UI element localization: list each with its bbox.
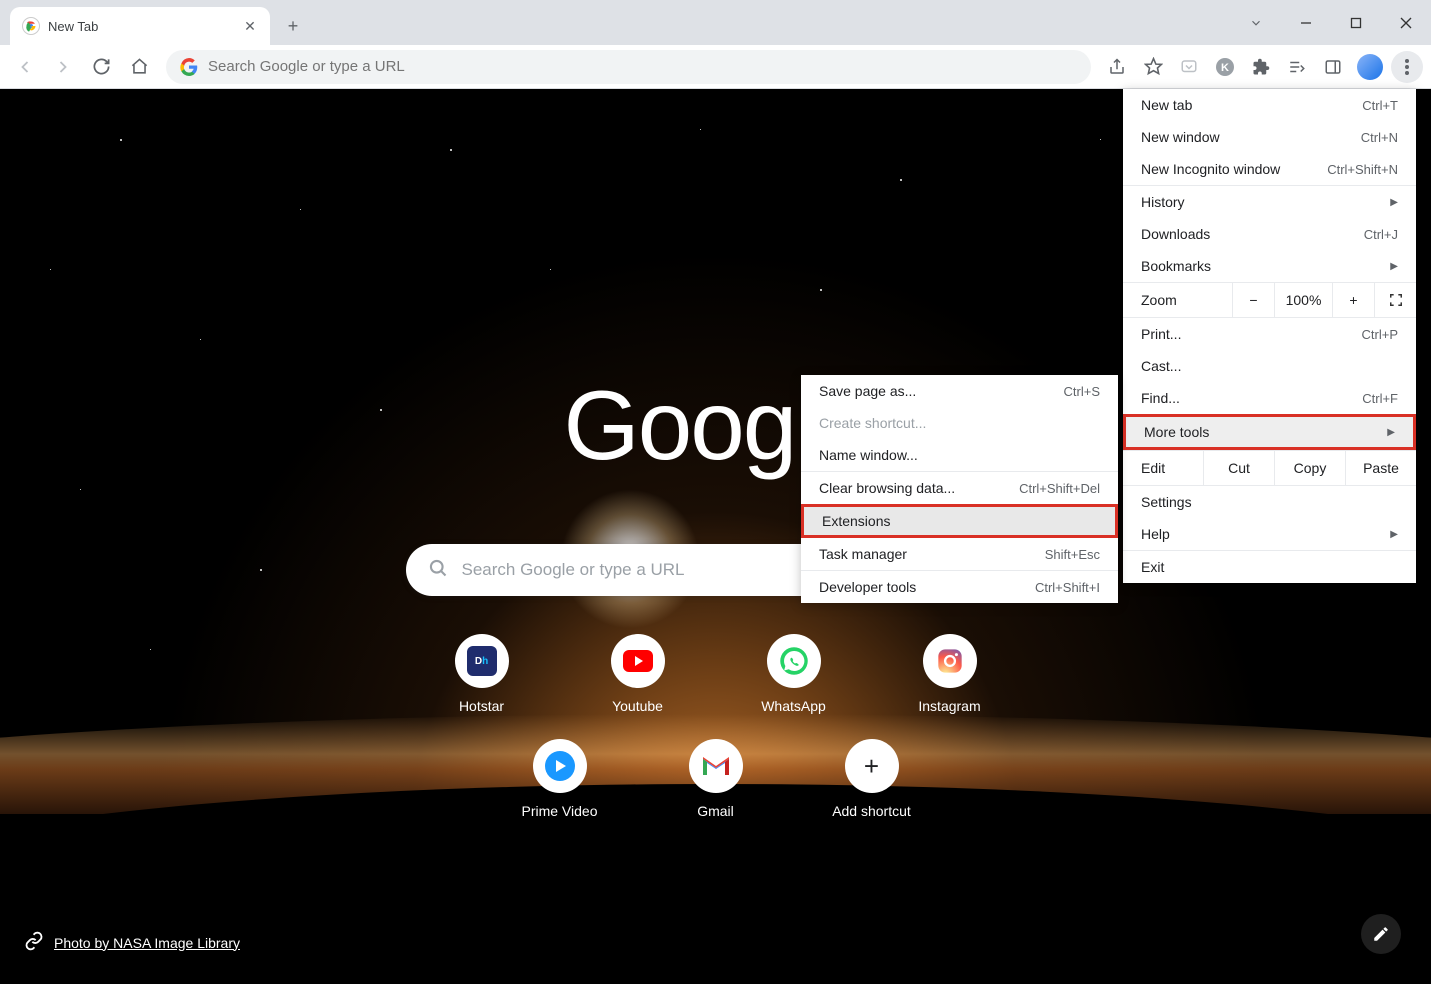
- window-close-icon[interactable]: [1381, 5, 1431, 40]
- chevron-right-icon: ▶: [1390, 197, 1398, 208]
- submenu-dev-tools[interactable]: Developer toolsCtrl+Shift+I: [801, 571, 1118, 603]
- menu-cut[interactable]: Cut: [1203, 450, 1274, 486]
- menu-incognito[interactable]: New Incognito windowCtrl+Shift+N: [1123, 153, 1416, 185]
- menu-bookmarks[interactable]: Bookmarks▶: [1123, 250, 1416, 282]
- search-icon: [428, 558, 448, 583]
- google-g-icon: [180, 58, 198, 76]
- menu-paste[interactable]: Paste: [1345, 450, 1416, 486]
- shortcut-instagram[interactable]: Instagram: [907, 634, 993, 714]
- menu-zoom-row: Zoom − 100% +: [1123, 282, 1416, 318]
- menu-copy[interactable]: Copy: [1274, 450, 1345, 486]
- menu-edit-row: Edit Cut Copy Paste: [1123, 450, 1416, 486]
- chrome-main-menu: New tabCtrl+T New windowCtrl+N New Incog…: [1123, 89, 1416, 583]
- tab-search-icon[interactable]: [1231, 5, 1281, 40]
- menu-find[interactable]: Find...Ctrl+F: [1123, 382, 1416, 414]
- menu-new-tab[interactable]: New tabCtrl+T: [1123, 89, 1416, 121]
- menu-more-tools[interactable]: More tools▶: [1123, 414, 1416, 450]
- window-controls: [1231, 0, 1431, 45]
- more-tools-submenu: Save page as...Ctrl+S Create shortcut...…: [801, 375, 1118, 603]
- titlebar: New Tab ✕ +: [0, 0, 1431, 45]
- svg-text:K: K: [1221, 62, 1229, 74]
- submenu-create-shortcut: Create shortcut...: [801, 407, 1118, 439]
- profile-avatar[interactable]: [1357, 54, 1383, 80]
- omnibox-input[interactable]: [208, 58, 1077, 75]
- extensions-puzzle-icon[interactable]: [1245, 51, 1277, 83]
- chevron-right-icon: ▶: [1390, 529, 1398, 540]
- window-minimize-icon[interactable]: [1281, 5, 1331, 40]
- submenu-save-page[interactable]: Save page as...Ctrl+S: [801, 375, 1118, 407]
- menu-cast[interactable]: Cast...: [1123, 350, 1416, 382]
- attribution-text: Photo by NASA Image Library: [54, 935, 240, 951]
- background-attribution[interactable]: Photo by NASA Image Library: [24, 931, 240, 954]
- submenu-name-window[interactable]: Name window...: [801, 439, 1118, 471]
- browser-tab[interactable]: New Tab ✕: [10, 7, 270, 45]
- reading-list-icon[interactable]: [1281, 51, 1313, 83]
- submenu-task-manager[interactable]: Task managerShift+Esc: [801, 538, 1118, 570]
- submenu-clear-data[interactable]: Clear browsing data...Ctrl+Shift+Del: [801, 472, 1118, 504]
- toolbar: K: [0, 45, 1431, 89]
- new-tab-button[interactable]: +: [278, 11, 308, 41]
- shortcut-hotstar[interactable]: DhHotstar: [439, 634, 525, 714]
- shortcuts-grid: DhHotstar Youtube WhatsApp Instagram Pri…: [406, 634, 1026, 819]
- extension-pocket-icon[interactable]: [1173, 51, 1205, 83]
- link-icon: [24, 931, 44, 954]
- menu-history[interactable]: History▶: [1123, 186, 1416, 218]
- bookmark-star-icon[interactable]: [1137, 51, 1169, 83]
- shortcut-primevideo[interactable]: Prime Video: [517, 739, 603, 819]
- reload-button[interactable]: [84, 50, 118, 84]
- fullscreen-button[interactable]: [1374, 282, 1416, 318]
- zoom-out-button[interactable]: −: [1232, 282, 1274, 318]
- menu-help[interactable]: Help▶: [1123, 518, 1416, 550]
- menu-settings[interactable]: Settings: [1123, 486, 1416, 518]
- window-maximize-icon[interactable]: [1331, 5, 1381, 40]
- menu-downloads[interactable]: DownloadsCtrl+J: [1123, 218, 1416, 250]
- zoom-in-button[interactable]: +: [1332, 282, 1374, 318]
- menu-exit[interactable]: Exit: [1123, 551, 1416, 583]
- side-panel-icon[interactable]: [1317, 51, 1349, 83]
- submenu-extensions[interactable]: Extensions: [801, 504, 1118, 538]
- share-icon[interactable]: [1101, 51, 1133, 83]
- chrome-favicon-icon: [22, 17, 40, 35]
- back-button[interactable]: [8, 50, 42, 84]
- chevron-right-icon: ▶: [1390, 261, 1398, 272]
- shortcut-youtube[interactable]: Youtube: [595, 634, 681, 714]
- shortcut-gmail[interactable]: Gmail: [673, 739, 759, 819]
- forward-button[interactable]: [46, 50, 80, 84]
- tab-close-icon[interactable]: ✕: [242, 18, 258, 34]
- chrome-menu-button[interactable]: [1391, 51, 1423, 83]
- search-placeholder: Search Google or type a URL: [462, 560, 685, 580]
- chevron-right-icon: ▶: [1387, 427, 1395, 438]
- home-button[interactable]: [122, 50, 156, 84]
- tab-title: New Tab: [48, 19, 234, 34]
- customize-button[interactable]: [1361, 914, 1401, 954]
- extension-k-icon[interactable]: K: [1209, 51, 1241, 83]
- shortcut-whatsapp[interactable]: WhatsApp: [751, 634, 837, 714]
- menu-print[interactable]: Print...Ctrl+P: [1123, 318, 1416, 350]
- menu-new-window[interactable]: New windowCtrl+N: [1123, 121, 1416, 153]
- omnibox[interactable]: [166, 50, 1091, 84]
- shortcut-add[interactable]: +Add shortcut: [829, 739, 915, 819]
- zoom-value: 100%: [1274, 282, 1332, 318]
